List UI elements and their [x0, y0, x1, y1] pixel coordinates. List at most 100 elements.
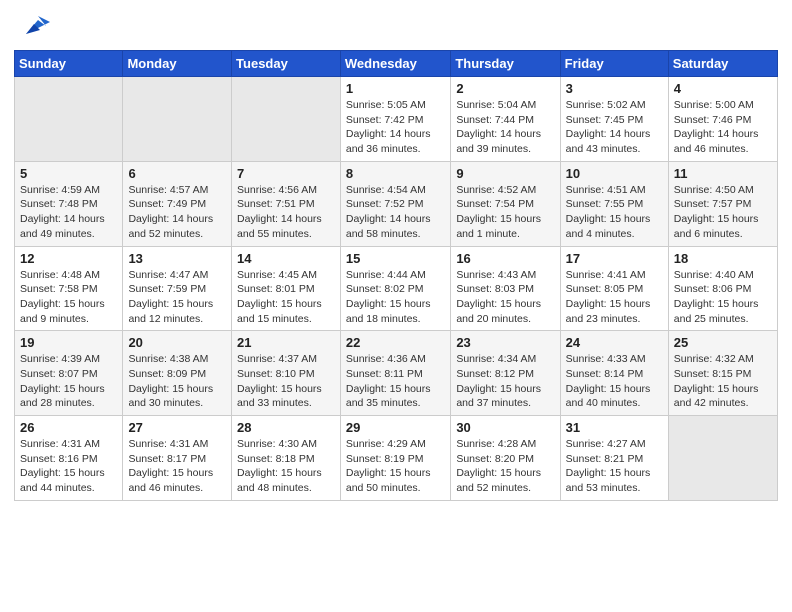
- calendar-cell: 17 Sunrise: 4:41 AMSunset: 8:05 PMDayligh…: [560, 246, 668, 331]
- day-number: 12: [20, 251, 117, 266]
- calendar-week-row: 5Sunrise: 4:59 AMSunset: 7:48 PMDaylight…: [15, 161, 778, 246]
- day-info: Sunrise: 4:45 AMSunset: 8:01 PMDaylight:…: [237, 268, 335, 327]
- day-info: Sunrise: 4:37 AMSunset: 8:10 PMDaylight:…: [237, 352, 335, 411]
- calendar-cell: 13 Sunrise: 4:47 AMSunset: 7:59 PMDayligh…: [123, 246, 232, 331]
- calendar-cell: 22Sunrise: 4:36 AMSunset: 8:11 PMDayligh…: [340, 331, 450, 416]
- day-info: Sunrise: 4:32 AMSunset: 8:15 PMDaylight:…: [674, 352, 772, 411]
- day-number: 23: [456, 335, 554, 350]
- day-info: Sunrise: 5:00 AMSunset: 7:46 PMDaylight:…: [674, 98, 772, 157]
- calendar-cell: 26Sunrise: 4:31 AMSunset: 8:16 PMDayligh…: [15, 416, 123, 501]
- header: [14, 10, 778, 42]
- calendar-cell: 21 Sunrise: 4:37 AMSunset: 8:10 PMDayligh…: [232, 331, 341, 416]
- day-info: Sunrise: 4:47 AMSunset: 7:59 PMDaylight:…: [128, 268, 226, 327]
- calendar-cell: 2 Sunrise: 5:04 AMSunset: 7:44 PMDaylight…: [451, 77, 560, 162]
- calendar-cell: 15Sunrise: 4:44 AMSunset: 8:02 PMDayligh…: [340, 246, 450, 331]
- calendar-cell: 12Sunrise: 4:48 AMSunset: 7:58 PMDayligh…: [15, 246, 123, 331]
- day-number: 15: [346, 251, 445, 266]
- day-info: Sunrise: 4:38 AMSunset: 8:09 PMDaylight:…: [128, 352, 226, 411]
- day-info: Sunrise: 4:41 AMSunset: 8:05 PMDaylight:…: [566, 268, 663, 327]
- day-number: 19: [20, 335, 117, 350]
- calendar-cell: 11 Sunrise: 4:50 AMSunset: 7:57 PMDayligh…: [668, 161, 777, 246]
- day-number: 17: [566, 251, 663, 266]
- day-info: Sunrise: 4:52 AMSunset: 7:54 PMDaylight:…: [456, 183, 554, 242]
- day-number: 8: [346, 166, 445, 181]
- day-number: 1: [346, 81, 445, 96]
- day-number: 21: [237, 335, 335, 350]
- calendar-week-row: 26Sunrise: 4:31 AMSunset: 8:16 PMDayligh…: [15, 416, 778, 501]
- day-info: Sunrise: 4:57 AMSunset: 7:49 PMDaylight:…: [128, 183, 226, 242]
- calendar-week-row: 19 Sunrise: 4:39 AMSunset: 8:07 PMDayligh…: [15, 331, 778, 416]
- calendar-cell: 1Sunrise: 5:05 AMSunset: 7:42 PMDaylight…: [340, 77, 450, 162]
- weekday-header-saturday: Saturday: [668, 51, 777, 77]
- day-number: 25: [674, 335, 772, 350]
- day-info: Sunrise: 4:59 AMSunset: 7:48 PMDaylight:…: [20, 183, 117, 242]
- calendar-cell: 30 Sunrise: 4:28 AMSunset: 8:20 PMDayligh…: [451, 416, 560, 501]
- calendar-cell: 3 Sunrise: 5:02 AMSunset: 7:45 PMDaylight…: [560, 77, 668, 162]
- day-number: 29: [346, 420, 445, 435]
- day-info: Sunrise: 4:30 AMSunset: 8:18 PMDaylight:…: [237, 437, 335, 496]
- calendar-cell: 8Sunrise: 4:54 AMSunset: 7:52 PMDaylight…: [340, 161, 450, 246]
- calendar-cell: 31Sunrise: 4:27 AMSunset: 8:21 PMDayligh…: [560, 416, 668, 501]
- logo: [14, 10, 50, 42]
- day-info: Sunrise: 4:50 AMSunset: 7:57 PMDaylight:…: [674, 183, 772, 242]
- calendar-cell: 29 Sunrise: 4:29 AMSunset: 8:19 PMDayligh…: [340, 416, 450, 501]
- day-number: 13: [128, 251, 226, 266]
- day-number: 2: [456, 81, 554, 96]
- day-info: Sunrise: 4:51 AMSunset: 7:55 PMDaylight:…: [566, 183, 663, 242]
- day-number: 11: [674, 166, 772, 181]
- day-number: 10: [566, 166, 663, 181]
- calendar-cell: 19 Sunrise: 4:39 AMSunset: 8:07 PMDayligh…: [15, 331, 123, 416]
- calendar-cell: 18 Sunrise: 4:40 AMSunset: 8:06 PMDayligh…: [668, 246, 777, 331]
- logo-bird-icon: [18, 10, 50, 42]
- calendar-cell: 5Sunrise: 4:59 AMSunset: 7:48 PMDaylight…: [15, 161, 123, 246]
- day-number: 30: [456, 420, 554, 435]
- day-info: Sunrise: 5:02 AMSunset: 7:45 PMDaylight:…: [566, 98, 663, 157]
- calendar-cell: 28 Sunrise: 4:30 AMSunset: 8:18 PMDayligh…: [232, 416, 341, 501]
- day-number: 14: [237, 251, 335, 266]
- day-number: 7: [237, 166, 335, 181]
- day-number: 27: [128, 420, 226, 435]
- calendar-cell: 7 Sunrise: 4:56 AMSunset: 7:51 PMDaylight…: [232, 161, 341, 246]
- day-number: 16: [456, 251, 554, 266]
- calendar-cell: [232, 77, 341, 162]
- weekday-header-wednesday: Wednesday: [340, 51, 450, 77]
- weekday-header-sunday: Sunday: [15, 51, 123, 77]
- day-info: Sunrise: 4:40 AMSunset: 8:06 PMDaylight:…: [674, 268, 772, 327]
- day-info: Sunrise: 4:29 AMSunset: 8:19 PMDaylight:…: [346, 437, 445, 496]
- calendar-cell: 14 Sunrise: 4:45 AMSunset: 8:01 PMDayligh…: [232, 246, 341, 331]
- calendar-cell: 23 Sunrise: 4:34 AMSunset: 8:12 PMDayligh…: [451, 331, 560, 416]
- day-info: Sunrise: 5:04 AMSunset: 7:44 PMDaylight:…: [456, 98, 554, 157]
- day-info: Sunrise: 4:28 AMSunset: 8:20 PMDaylight:…: [456, 437, 554, 496]
- calendar-cell: 4 Sunrise: 5:00 AMSunset: 7:46 PMDaylight…: [668, 77, 777, 162]
- calendar-cell: [123, 77, 232, 162]
- day-number: 28: [237, 420, 335, 435]
- day-info: Sunrise: 4:31 AMSunset: 8:16 PMDaylight:…: [20, 437, 117, 496]
- calendar-cell: [15, 77, 123, 162]
- day-number: 4: [674, 81, 772, 96]
- calendar-table: SundayMondayTuesdayWednesdayThursdayFrid…: [14, 50, 778, 501]
- day-number: 6: [128, 166, 226, 181]
- day-number: 31: [566, 420, 663, 435]
- weekday-header-tuesday: Tuesday: [232, 51, 341, 77]
- day-info: Sunrise: 4:39 AMSunset: 8:07 PMDaylight:…: [20, 352, 117, 411]
- day-number: 9: [456, 166, 554, 181]
- day-info: Sunrise: 4:34 AMSunset: 8:12 PMDaylight:…: [456, 352, 554, 411]
- day-number: 20: [128, 335, 226, 350]
- day-info: Sunrise: 4:33 AMSunset: 8:14 PMDaylight:…: [566, 352, 663, 411]
- calendar-cell: 27 Sunrise: 4:31 AMSunset: 8:17 PMDayligh…: [123, 416, 232, 501]
- weekday-header-friday: Friday: [560, 51, 668, 77]
- page: SundayMondayTuesdayWednesdayThursdayFrid…: [0, 0, 792, 612]
- calendar-cell: 6 Sunrise: 4:57 AMSunset: 7:49 PMDaylight…: [123, 161, 232, 246]
- calendar-cell: 10 Sunrise: 4:51 AMSunset: 7:55 PMDayligh…: [560, 161, 668, 246]
- calendar-cell: 9 Sunrise: 4:52 AMSunset: 7:54 PMDaylight…: [451, 161, 560, 246]
- day-number: 3: [566, 81, 663, 96]
- day-number: 18: [674, 251, 772, 266]
- calendar-cell: 16Sunrise: 4:43 AMSunset: 8:03 PMDayligh…: [451, 246, 560, 331]
- day-info: Sunrise: 4:31 AMSunset: 8:17 PMDaylight:…: [128, 437, 226, 496]
- day-info: Sunrise: 4:56 AMSunset: 7:51 PMDaylight:…: [237, 183, 335, 242]
- calendar-week-row: 12Sunrise: 4:48 AMSunset: 7:58 PMDayligh…: [15, 246, 778, 331]
- day-info: Sunrise: 4:36 AMSunset: 8:11 PMDaylight:…: [346, 352, 445, 411]
- calendar-cell: 20 Sunrise: 4:38 AMSunset: 8:09 PMDayligh…: [123, 331, 232, 416]
- calendar-cell: 25 Sunrise: 4:32 AMSunset: 8:15 PMDayligh…: [668, 331, 777, 416]
- calendar-cell: 24Sunrise: 4:33 AMSunset: 8:14 PMDayligh…: [560, 331, 668, 416]
